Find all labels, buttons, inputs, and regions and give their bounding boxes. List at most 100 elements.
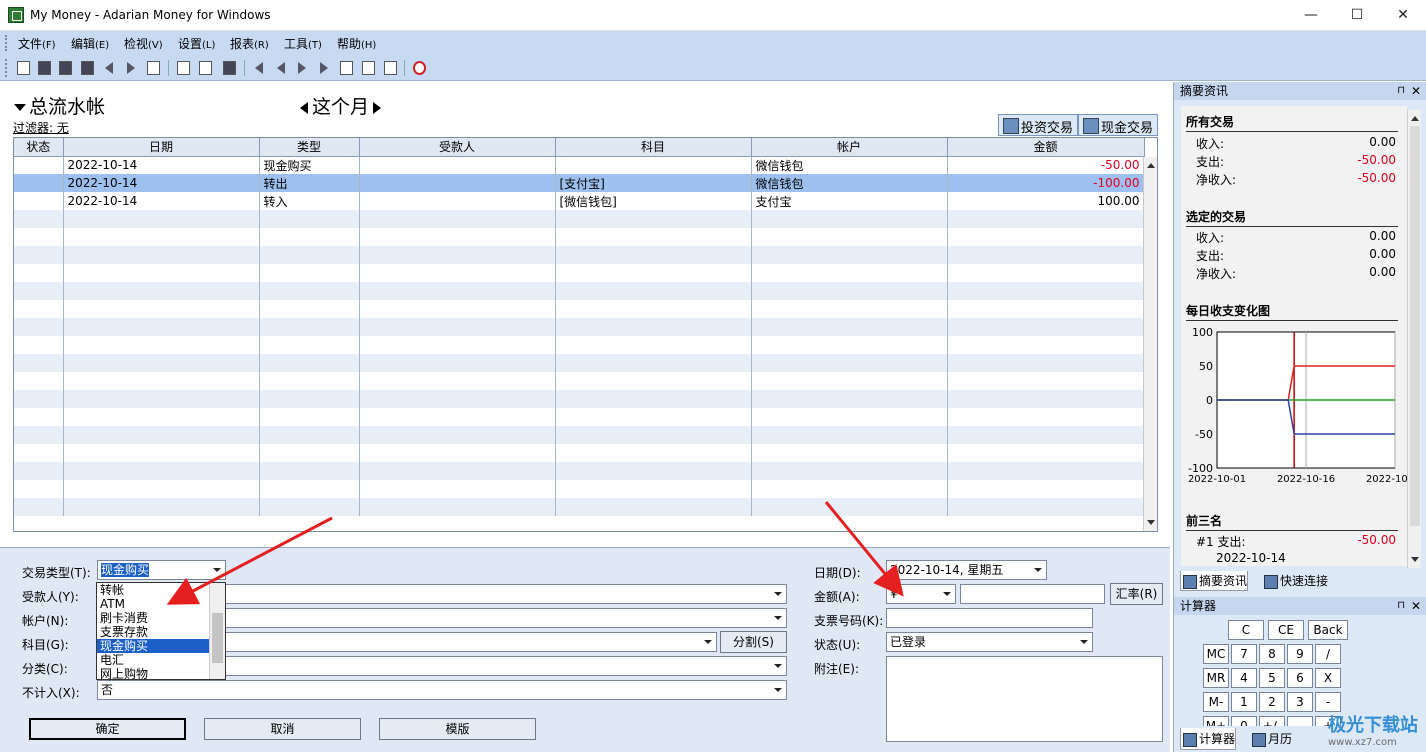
chevron-down-icon[interactable] bbox=[700, 633, 716, 651]
table-row-empty[interactable] bbox=[14, 246, 1145, 264]
list-item[interactable]: 网上购物 bbox=[97, 667, 225, 679]
col-status[interactable]: 状态 bbox=[14, 138, 64, 157]
menu-help[interactable]: 帮助(H) bbox=[337, 35, 376, 52]
close-icon[interactable]: ✕ bbox=[1411, 82, 1421, 100]
col-category[interactable]: 科目 bbox=[555, 138, 752, 157]
chevron-down-icon[interactable] bbox=[770, 609, 786, 627]
status-combobox[interactable]: 已登录 bbox=[886, 632, 1093, 652]
calc-key[interactable]: MC bbox=[1203, 644, 1229, 664]
col-account[interactable]: 帐户 bbox=[751, 138, 948, 157]
calc-key[interactable]: X bbox=[1315, 668, 1341, 688]
calc-key[interactable]: 7 bbox=[1231, 644, 1257, 664]
prev-period-icon[interactable] bbox=[300, 101, 308, 114]
edit-icon[interactable] bbox=[144, 59, 162, 77]
date-picker[interactable]: 2022-10-14, 星期五 bbox=[886, 560, 1047, 580]
list-item[interactable]: ATM bbox=[97, 597, 225, 611]
tab-calendar[interactable]: 月历 bbox=[1250, 728, 1292, 750]
menu-reports[interactable]: 报表(R) bbox=[230, 35, 269, 52]
amount-input[interactable] bbox=[960, 584, 1105, 604]
tab-summary-info[interactable]: 摘要资讯 bbox=[1180, 571, 1249, 591]
new-file-icon[interactable] bbox=[14, 59, 32, 77]
table-row-empty[interactable] bbox=[14, 336, 1145, 354]
print-icon[interactable] bbox=[78, 59, 96, 77]
calc-key[interactable]: CE bbox=[1268, 620, 1304, 640]
first-record-icon[interactable] bbox=[250, 59, 268, 77]
calc-key[interactable]: 5 bbox=[1259, 668, 1285, 688]
calc-key[interactable]: +/- bbox=[1259, 716, 1285, 726]
calc-key[interactable]: 6 bbox=[1287, 668, 1313, 688]
split-button[interactable]: 分割(S) bbox=[720, 631, 787, 653]
calc-key[interactable]: Back bbox=[1308, 620, 1348, 640]
exclude-combobox[interactable]: 否 bbox=[97, 680, 787, 700]
open-file-icon[interactable] bbox=[35, 59, 53, 77]
table-row-empty[interactable] bbox=[14, 372, 1145, 390]
back-icon[interactable] bbox=[100, 59, 118, 77]
cash-transactions-tab[interactable]: 现金交易 bbox=[1078, 114, 1159, 136]
scroll-down-icon[interactable] bbox=[1411, 557, 1419, 562]
memo-textarea[interactable] bbox=[886, 656, 1163, 742]
table-row-empty[interactable] bbox=[14, 354, 1145, 372]
list-item[interactable]: 支票存款 bbox=[97, 625, 225, 639]
table-row-empty[interactable] bbox=[14, 444, 1145, 462]
maximize-button[interactable]: ☐ bbox=[1334, 0, 1380, 31]
currency-combobox[interactable]: ¥ bbox=[886, 584, 956, 604]
calc-key[interactable]: 9 bbox=[1287, 644, 1313, 664]
summary-scrollbar[interactable] bbox=[1407, 110, 1421, 568]
calc-key[interactable]: / bbox=[1315, 644, 1341, 664]
camera-icon[interactable] bbox=[220, 59, 238, 77]
menu-settings[interactable]: 设置(L) bbox=[178, 35, 215, 52]
type-dropdown-list[interactable]: 转帐 ATM 刷卡消费 支票存款 现金购买 电汇 网上购物 bbox=[96, 582, 226, 680]
calc-key[interactable]: M+ bbox=[1203, 716, 1229, 726]
exchange-rate-button[interactable]: 汇率(R) bbox=[1110, 583, 1163, 605]
chart-icon[interactable] bbox=[337, 59, 355, 77]
settings-icon[interactable] bbox=[381, 59, 399, 77]
col-type[interactable]: 类型 bbox=[259, 138, 360, 157]
table-row-empty[interactable] bbox=[14, 390, 1145, 408]
table-row-empty[interactable] bbox=[14, 264, 1145, 282]
calc-key[interactable]: 1 bbox=[1231, 692, 1257, 712]
type-combobox[interactable]: 现金购买 bbox=[97, 560, 226, 580]
table-row-empty[interactable] bbox=[14, 462, 1145, 480]
save-icon[interactable] bbox=[56, 59, 74, 77]
last-record-icon[interactable] bbox=[315, 59, 333, 77]
tab-calculator[interactable]: 计算器 bbox=[1180, 728, 1237, 750]
prev-record-icon[interactable] bbox=[272, 59, 290, 77]
table-row-empty[interactable] bbox=[14, 318, 1145, 336]
col-payee[interactable]: 受款人 bbox=[359, 138, 556, 157]
calc-key[interactable]: 3 bbox=[1287, 692, 1313, 712]
chevron-down-icon[interactable] bbox=[209, 561, 225, 579]
table-row-empty[interactable] bbox=[14, 426, 1145, 444]
next-period-icon[interactable] bbox=[373, 101, 382, 114]
menu-view[interactable]: 检视(V) bbox=[124, 35, 163, 52]
list-item[interactable]: 刷卡消费 bbox=[97, 611, 225, 625]
table-row-selected[interactable]: 2022-10-14 转出 [支付宝] 微信钱包 -100.00 bbox=[14, 174, 1145, 192]
calc-key[interactable]: - bbox=[1315, 692, 1341, 712]
toolbar-grip[interactable] bbox=[5, 59, 8, 77]
table-row-empty[interactable] bbox=[14, 210, 1145, 228]
invest-transactions-tab[interactable]: 投资交易 bbox=[998, 114, 1079, 136]
chevron-down-icon[interactable] bbox=[770, 657, 786, 675]
scrollbar-thumb[interactable] bbox=[1410, 126, 1420, 526]
report-icon[interactable] bbox=[359, 59, 377, 77]
period-selector[interactable]: 这个月 bbox=[300, 92, 382, 119]
scroll-up-icon[interactable] bbox=[1411, 116, 1419, 121]
scrollbar-thumb[interactable] bbox=[212, 613, 223, 663]
menu-edit[interactable]: 编辑(E) bbox=[71, 35, 109, 52]
forward-icon[interactable] bbox=[122, 59, 140, 77]
calc-key[interactable]: 2 bbox=[1259, 692, 1285, 712]
pin-icon[interactable]: ⊓ bbox=[1397, 82, 1405, 100]
cancel-button[interactable]: 取消 bbox=[204, 718, 361, 740]
table-row-empty[interactable] bbox=[14, 300, 1145, 318]
table-row[interactable]: 2022-10-14 转入 [微信钱包] 支付宝 100.00 bbox=[14, 192, 1145, 210]
table-row-empty[interactable] bbox=[14, 282, 1145, 300]
menu-grip[interactable] bbox=[5, 35, 8, 51]
filter-link[interactable]: 过滤器: 无 bbox=[13, 119, 69, 136]
pin-icon[interactable]: ⊓ bbox=[1397, 597, 1405, 615]
remove-record-icon[interactable] bbox=[196, 59, 214, 77]
tab-quick-links[interactable]: 快速连接 bbox=[1262, 571, 1329, 591]
table-row-empty[interactable] bbox=[14, 228, 1145, 246]
list-item-selected[interactable]: 现金购买 bbox=[97, 639, 225, 653]
chevron-down-icon[interactable] bbox=[1076, 633, 1092, 651]
dropdown-scrollbar[interactable] bbox=[209, 583, 225, 679]
calc-key[interactable]: MR bbox=[1203, 668, 1229, 688]
